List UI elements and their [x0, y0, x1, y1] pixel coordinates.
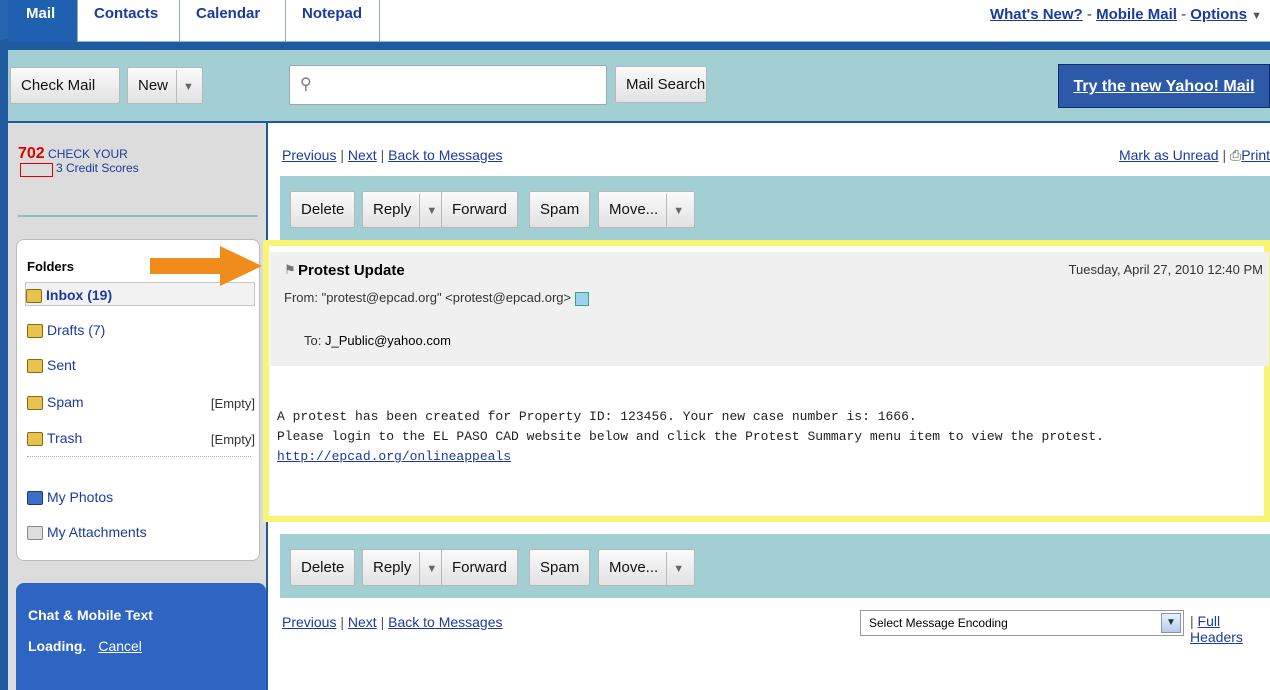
chevron-down-icon[interactable]: ▼ — [666, 194, 684, 229]
previous-link-bottom[interactable]: Previous — [282, 614, 336, 630]
back-to-messages-link[interactable]: Back to Messages — [388, 147, 502, 163]
encoding-select[interactable]: Select Message Encoding ▼ — [860, 610, 1184, 636]
message-header: ⚑ Protest Update Tuesday, April 27, 2010… — [270, 252, 1269, 366]
folder-drafts[interactable]: Drafts (7) — [27, 318, 105, 342]
full-headers: | Full Headers — [1190, 613, 1243, 645]
next-link-bottom[interactable]: Next — [348, 614, 377, 630]
top-right-nav: Mark as Unread | ⎙Print — [1118, 147, 1270, 163]
toolbar: Check Mail New ▼ ⚲ Mail Search Try the ne… — [8, 50, 1270, 121]
search-icon: ⚲ — [300, 76, 312, 93]
drafts-icon — [27, 324, 43, 339]
print-link[interactable]: Print — [1241, 147, 1270, 163]
folder-spam[interactable]: Spam — [27, 390, 84, 414]
new-label: New — [138, 77, 169, 94]
chevron-down-icon[interactable]: ▼ — [1161, 613, 1181, 633]
epcad-link[interactable]: http://epcad.org/onlineappeals — [277, 449, 511, 464]
inbox-icon — [26, 289, 42, 304]
ad-line1: CHECK YOUR — [48, 147, 128, 161]
message-subject: Protest Update — [298, 262, 405, 279]
chat-cancel-link[interactable]: Cancel — [98, 638, 142, 654]
printer-icon[interactable]: ⎙ — [1230, 147, 1241, 163]
body-line-2: Please login to the EL PASO CAD website … — [277, 429, 1104, 444]
options-link[interactable]: Options — [1190, 6, 1247, 23]
divider — [18, 215, 258, 217]
folders-divider — [27, 456, 251, 457]
top-message-nav: Previous | Next | Back to Messages — [282, 147, 503, 163]
ad-number: 702 — [18, 145, 45, 162]
try-new-mail-link[interactable]: Try the new Yahoo! Mail — [1073, 78, 1254, 95]
back-to-messages-link-bottom[interactable]: Back to Messages — [388, 614, 502, 630]
sidebar: 702 CHECK YOUR 3 Credit Scores Folders I… — [8, 123, 266, 690]
photos-icon — [27, 491, 43, 506]
next-link[interactable]: Next — [348, 147, 377, 163]
spam-button[interactable]: Spam — [529, 191, 591, 228]
forward-button-bottom[interactable]: Forward — [441, 549, 519, 586]
move-button-bottom[interactable]: Move... ▼ — [598, 549, 696, 587]
message-pane: Previous | Next | Back to Messages Mark … — [263, 123, 1270, 690]
ad-box-icon — [20, 163, 53, 177]
empty-spam-link[interactable]: [Empty] — [211, 396, 255, 411]
chevron-down-icon[interactable]: ▼ — [1251, 10, 1262, 22]
highlight-box: ⚑ Protest Update Tuesday, April 27, 2010… — [263, 240, 1270, 522]
arrow-icon — [150, 246, 262, 286]
previous-link[interactable]: Previous — [282, 147, 336, 163]
message-date: Tuesday, April 27, 2010 12:40 PM — [1068, 262, 1263, 277]
search-input[interactable]: ⚲ — [289, 65, 607, 105]
forward-button[interactable]: Forward — [441, 191, 519, 228]
reply-button[interactable]: Reply ▼ — [362, 191, 449, 229]
ad-line2: 3 Credit Scores — [56, 161, 139, 175]
tab-notepad[interactable]: Notepad — [286, 0, 380, 42]
spam-button-bottom[interactable]: Spam — [529, 549, 591, 586]
folder-my-attachments[interactable]: My Attachments — [27, 520, 147, 544]
reply-button-bottom[interactable]: Reply ▼ — [362, 549, 449, 587]
mark-unread-link[interactable]: Mark as Unread — [1119, 147, 1219, 163]
top-links: What's New? - Mobile Mail - Options ▼ — [989, 6, 1262, 23]
new-button[interactable]: New ▼ — [127, 67, 203, 105]
from-address: "protest@epcad.org" <protest@epcad.org> — [321, 290, 572, 305]
delete-button[interactable]: Delete — [290, 191, 356, 228]
credit-score-ad[interactable]: 702 CHECK YOUR 3 Credit Scores — [18, 145, 139, 177]
tab-mail[interactable]: Mail — [8, 0, 78, 42]
message-actions-top: Delete Reply ▼ Forward Spam Move... ▼ — [280, 176, 1270, 242]
folders-panel: Folders Inbox (19) Drafts (7) Sent Spam … — [16, 239, 260, 561]
folder-trash[interactable]: Trash — [27, 426, 82, 450]
message-to: To: J_Public@yahoo.com — [304, 333, 451, 348]
message-from: From: "protest@epcad.org" <protest@epcad… — [284, 290, 589, 306]
full-headers-link[interactable]: Full Headers — [1190, 613, 1243, 645]
to-address: J_Public@yahoo.com — [324, 333, 451, 348]
folders-title: Folders — [27, 259, 74, 274]
whats-new-link[interactable]: What's New? — [990, 6, 1083, 23]
add-contact-icon[interactable] — [574, 291, 589, 306]
chevron-down-icon[interactable]: ▼ — [419, 194, 437, 229]
empty-trash-link[interactable]: [Empty] — [211, 432, 255, 447]
chat-panel: Chat & Mobile Text Loading. Cancel — [16, 583, 266, 690]
tab-calendar[interactable]: Calendar — [180, 0, 286, 42]
chat-status: Loading. Cancel — [28, 638, 142, 654]
paperclip-icon — [27, 526, 43, 541]
mail-search-button[interactable]: Mail Search — [615, 66, 707, 103]
message-body: A protest has been created for Property … — [277, 407, 1104, 467]
check-mail-button[interactable]: Check Mail — [10, 67, 120, 104]
chevron-down-icon[interactable]: ▼ — [666, 552, 684, 587]
chevron-down-icon[interactable]: ▼ — [176, 70, 194, 105]
trash-icon — [27, 432, 43, 447]
try-new-mail-banner[interactable]: Try the new Yahoo! Mail — [1058, 64, 1270, 108]
mobile-mail-link[interactable]: Mobile Mail — [1096, 6, 1177, 23]
move-button[interactable]: Move... ▼ — [598, 191, 696, 229]
delete-button-bottom[interactable]: Delete — [290, 549, 356, 586]
sent-icon — [27, 359, 43, 374]
chat-title: Chat & Mobile Text — [28, 607, 153, 623]
top-tab-bar: Mail Contacts Calendar Notepad What's Ne… — [8, 0, 1270, 42]
chevron-down-icon[interactable]: ▼ — [419, 552, 437, 587]
spam-icon — [27, 396, 43, 411]
bottom-message-nav: Previous | Next | Back to Messages — [282, 614, 503, 630]
body-line-1: A protest has been created for Property … — [277, 409, 917, 424]
message-actions-bottom: Delete Reply ▼ Forward Spam Move... ▼ — [280, 534, 1270, 598]
flag-icon[interactable]: ⚑ — [284, 262, 296, 278]
folder-my-photos[interactable]: My Photos — [27, 485, 113, 509]
tab-contacts[interactable]: Contacts — [78, 0, 180, 42]
folder-sent[interactable]: Sent — [27, 353, 76, 377]
